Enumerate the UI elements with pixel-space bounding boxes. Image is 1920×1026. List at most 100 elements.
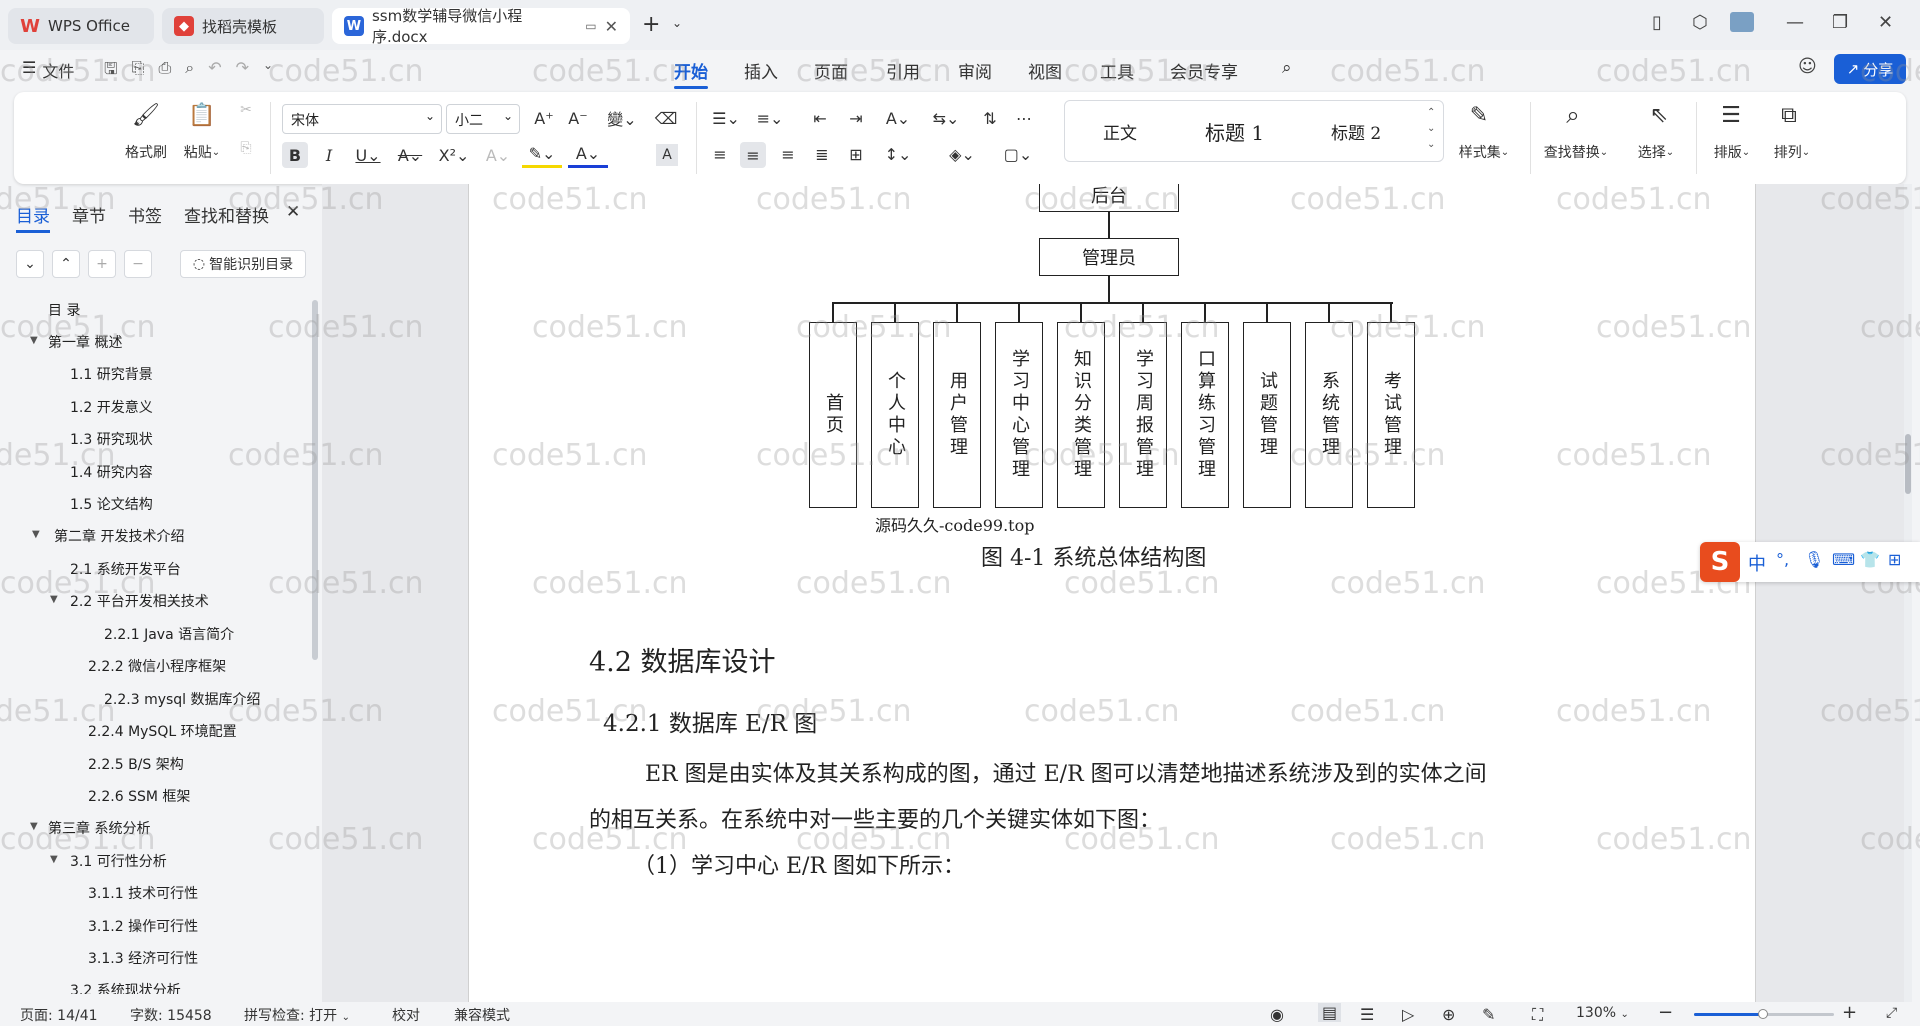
zoom-slider-thumb[interactable] — [1758, 1009, 1768, 1019]
expand-triangle-icon[interactable]: ▼ — [32, 529, 40, 540]
print-icon[interactable]: ⎙ — [158, 58, 171, 85]
zoom-level[interactable]: 130% ⌄ — [1576, 1005, 1629, 1021]
play-icon[interactable]: ▷ — [1402, 1005, 1414, 1024]
pen-icon[interactable]: ✎ — [1482, 1005, 1495, 1024]
page-indicator[interactable]: 页面: 14/41 — [20, 1005, 98, 1025]
increase-indent-icon[interactable]: ⇥ — [844, 106, 868, 130]
border-icon[interactable]: ▢⌄ — [1000, 142, 1036, 166]
ime-toolbar[interactable]: S 中 °, 🎙 ⌨ 👕 ⊞ — [1700, 542, 1920, 582]
char-shading-icon[interactable]: A — [656, 144, 678, 166]
copy-icon[interactable]: ⎘ — [234, 136, 258, 160]
toc-item[interactable]: 2.2.6 SSM 框架 — [88, 786, 190, 806]
punct-icon[interactable]: °, — [1776, 550, 1789, 569]
remove-icon[interactable]: − — [124, 250, 152, 278]
shrink-font-icon[interactable]: A⁻ — [566, 106, 590, 130]
monitor-icon[interactable]: ▭ — [585, 19, 596, 33]
expand-triangle-icon[interactable]: ▼ — [50, 594, 58, 605]
tab-docer-templates[interactable]: ◆ 找稻壳模板 — [162, 8, 324, 44]
format-painter-label[interactable]: 格式刷 — [114, 142, 178, 162]
layout-icon[interactable]: ☰ — [1716, 100, 1746, 130]
toc-item[interactable]: ▼ 第一章 概述 — [30, 332, 122, 352]
collapse-up-icon[interactable]: ⌃ — [52, 250, 80, 278]
web-view-icon[interactable]: ⊕ — [1442, 1005, 1455, 1024]
close-pane-icon[interactable]: ✕ — [286, 202, 300, 222]
bold-icon[interactable]: B — [282, 142, 308, 168]
decrease-indent-icon[interactable]: ⇤ — [808, 106, 832, 130]
toc-item[interactable]: 3.1.2 操作可行性 — [88, 916, 198, 936]
select-button[interactable]: 选择 ⌄ — [1626, 142, 1686, 162]
add-icon[interactable]: + — [88, 250, 116, 278]
chevron-down-icon[interactable]: ⌄ — [263, 58, 273, 85]
toc-item[interactable]: 1.3 研究现状 — [70, 429, 153, 449]
zoom-slider[interactable] — [1694, 1009, 1834, 1019]
file-menu[interactable]: ☰ 文件 — [22, 58, 74, 82]
fullscreen-icon[interactable]: ⤢ — [1886, 1005, 1897, 1021]
search-icon[interactable]: ⌕ — [1282, 58, 1292, 78]
find-icon[interactable]: ⌕ — [1558, 100, 1588, 130]
toc-item[interactable]: 目 录 — [48, 300, 80, 320]
style-normal[interactable]: 正文 — [1103, 119, 1137, 144]
line-spacing-icon[interactable]: ↕⌄ — [880, 142, 916, 166]
toc-item[interactable]: 2.2.5 B/S 架构 — [88, 754, 184, 774]
chevron-down-icon[interactable]: ⌄ — [672, 16, 682, 30]
vertical-scrollbar[interactable] — [1904, 184, 1912, 1002]
expand-triangle-icon[interactable]: ▼ — [30, 335, 38, 346]
menu-member[interactable]: 会员专享 — [1170, 58, 1238, 83]
underline-icon[interactable]: U⌄ — [350, 142, 386, 168]
menu-insert[interactable]: 插入 — [744, 58, 778, 83]
expand-down-icon[interactable]: ⌄ — [16, 250, 44, 278]
close-tab-icon[interactable]: ✕ — [605, 17, 618, 36]
new-tab-button[interactable]: + — [642, 12, 660, 37]
toc-item[interactable]: 3.1.1 技术可行性 — [88, 883, 198, 903]
tab-find-replace[interactable]: 查找和替换 — [184, 202, 269, 227]
zoom-in-icon[interactable]: + — [1842, 1002, 1857, 1023]
italic-icon[interactable]: I — [316, 142, 342, 168]
toc-item[interactable]: 1.1 研究背景 — [70, 364, 153, 384]
avatar[interactable] — [1730, 12, 1754, 32]
show-marks-icon[interactable]: ⋯ — [1012, 106, 1036, 130]
font-name-select[interactable]: 宋体 ⌄ — [282, 104, 442, 134]
highlight-icon[interactable]: ✎⌄ — [522, 142, 562, 168]
toc-item[interactable]: ▼ 第二章 开发技术介绍 — [32, 526, 184, 546]
phonetic-guide-icon[interactable]: 變⌄ — [602, 106, 642, 130]
style-heading-1[interactable]: 标题 1 — [1205, 117, 1264, 146]
toc-item[interactable]: ▼ 3.1 可行性分析 — [50, 851, 167, 871]
strikethrough-icon[interactable]: A⌄ — [392, 142, 428, 168]
arrange-button[interactable]: 排列 ⌄ — [1764, 142, 1820, 162]
toc-item[interactable]: ▼ 第三章 系统分析 — [30, 818, 150, 838]
grow-font-icon[interactable]: A⁺ — [532, 106, 556, 130]
toc-item[interactable]: 2.2.2 微信小程序框架 — [88, 656, 226, 676]
toc-item[interactable]: 2.2.1 Java 语言简介 — [104, 624, 234, 644]
toc-scrollbar[interactable] — [312, 300, 318, 660]
page-view-icon[interactable]: ▤ — [1318, 1003, 1342, 1022]
font-size-select[interactable]: 小二 ⌄ — [446, 104, 520, 134]
find-replace-button[interactable]: 查找替换 ⌄ — [1534, 142, 1618, 162]
menu-review[interactable]: 审阅 — [958, 58, 992, 83]
distribute-icon[interactable]: ⊞ — [844, 142, 868, 166]
toc-item[interactable]: 2.1 系统开发平台 — [70, 559, 181, 579]
expand-triangle-icon[interactable]: ▼ — [30, 821, 38, 832]
cut-icon[interactable]: ✂ — [234, 98, 258, 122]
skin-icon[interactable]: 👕 — [1860, 550, 1880, 569]
print-preview-icon[interactable]: ⌕ — [185, 58, 194, 85]
menu-references[interactable]: 引用 — [886, 58, 920, 83]
align-left-icon[interactable]: ≡ — [708, 142, 732, 166]
share-button[interactable]: ↗ 分享 — [1834, 54, 1906, 84]
style-heading-2[interactable]: 标题 2 — [1331, 119, 1381, 144]
toc-item[interactable]: 2.2.4 MySQL 环境配置 — [88, 721, 237, 741]
spell-check[interactable]: 拼写检查: 打开 ⌄ — [244, 1005, 350, 1025]
outline-view-icon[interactable]: ☰ — [1360, 1005, 1374, 1024]
toc-item[interactable]: 1.5 论文结构 — [70, 494, 153, 514]
sort-icon[interactable]: ⇅ — [978, 106, 1002, 130]
text-effect-icon[interactable]: A⌄ — [480, 142, 516, 168]
toc-item[interactable]: 2.2.3 mysql 数据库介绍 — [104, 689, 261, 709]
convert-icon[interactable]: ⇆⌄ — [928, 106, 964, 130]
styles-scroll-icon[interactable]: ⌃ ⌄ ⌄ — [1427, 105, 1435, 153]
font-color-icon[interactable]: A⌄ — [568, 142, 608, 168]
justify-icon[interactable]: ≣ — [810, 142, 834, 166]
clear-format-icon[interactable]: ⌫ — [654, 106, 678, 130]
microphone-icon[interactable]: 🎙 — [1804, 550, 1824, 569]
undo-icon[interactable]: ↶ — [208, 58, 221, 85]
restore-icon[interactable]: ❐ — [1832, 12, 1848, 33]
align-center-icon[interactable]: ≡ — [740, 142, 766, 168]
